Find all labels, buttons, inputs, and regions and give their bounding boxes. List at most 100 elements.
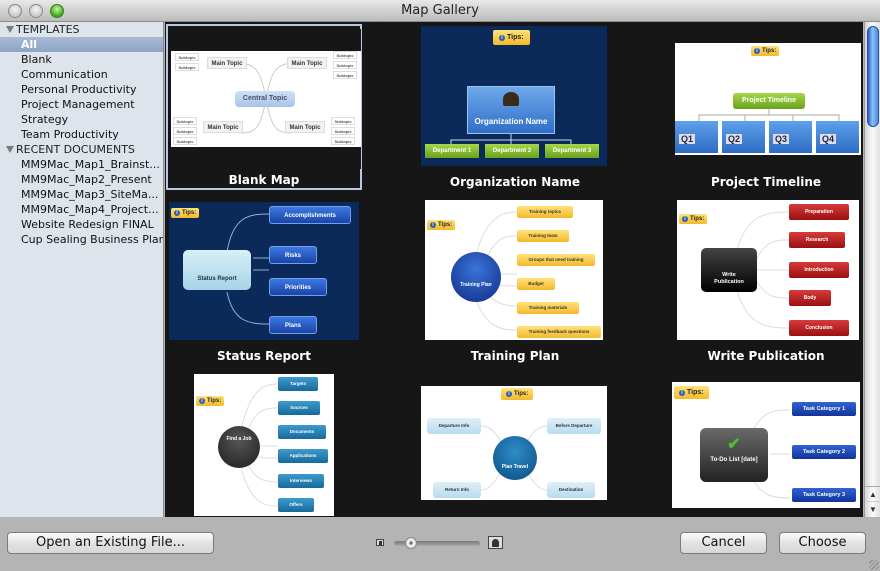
task-category-node: Task Category 2 (792, 445, 856, 459)
template-tile-organization-name[interactable]: Tips: Organization Name Department 1 Dep… (417, 24, 613, 190)
thumbnail-size-slider-knob[interactable] (405, 537, 418, 549)
department-node: Department 2 (485, 144, 539, 158)
recent-doc-item[interactable]: MM9Mac_Map1_Brainst... (0, 157, 163, 172)
central-topic-node: Find a Job (218, 426, 260, 468)
template-tile-status-report[interactable]: Tips: Status Report Accomplishments Risk… (166, 198, 362, 364)
section-header-recent-documents[interactable]: RECENT DOCUMENTS (0, 142, 163, 157)
large-thumbnail-icon[interactable] (488, 536, 503, 549)
recent-doc-item[interactable]: Website Redesign FINAL (0, 217, 163, 232)
template-thumbnail: Tips: Training Plan Training topics Trai… (425, 200, 603, 340)
scrollbar-thumb[interactable] (867, 26, 879, 127)
template-label: Training Plan (470, 349, 560, 363)
central-topic-node: ✔ To-Do List [date] (700, 428, 768, 482)
choose-button[interactable]: Choose (779, 532, 866, 554)
title-bar[interactable]: Map Gallery (0, 0, 880, 22)
sidebar: TEMPLATES All Blank Communication Person… (0, 22, 164, 517)
disclosure-triangle-icon[interactable] (6, 146, 14, 153)
quarter-node: Q2 (722, 121, 765, 153)
template-thumbnail: Tips: Organization Name Department 1 Dep… (421, 26, 607, 166)
central-topic-node: Write Publication (701, 248, 757, 292)
subtopic-node: Subtopic (175, 53, 199, 61)
sidebar-item-communication[interactable]: Communication (0, 67, 163, 82)
travel-child-node: Departure Info (427, 418, 481, 434)
status-child-node: Accomplishments (269, 206, 351, 224)
job-child-node: Targets (278, 377, 318, 391)
training-child-node: Groups that need training (517, 254, 595, 266)
template-thumbnail: Tips: Find a Job Targets Sources Documen… (194, 374, 334, 516)
template-label: Project Timeline (710, 175, 822, 189)
template-tile-project-timeline[interactable]: Tips: Project Timeline Q1 Q2 Q3 Q4 Proje… (668, 24, 863, 190)
subtopic-node: Subtopic (333, 51, 357, 59)
subtopic-node: Subtopic (173, 127, 197, 135)
publication-child-node: Research (789, 232, 845, 248)
recent-doc-item[interactable]: MM9Mac_Map4_Project... (0, 202, 163, 217)
recent-doc-item[interactable]: Cup Sealing Business Plan (0, 232, 163, 247)
department-node: Department 1 (425, 144, 479, 158)
subtopic-node: Subtopic (175, 63, 199, 71)
subtopic-node: Subtopic (331, 127, 355, 135)
central-topic-node: Status Report (183, 250, 251, 290)
template-thumbnail: Tips: Project Timeline Q1 Q2 Q3 Q4 (671, 27, 861, 167)
tips-node: Tips: (674, 386, 709, 399)
recent-doc-item[interactable]: MM9Mac_Map2_Present (0, 172, 163, 187)
template-tile-plan-travel[interactable]: Tips: Plan Travel Departure Info Before … (417, 372, 613, 517)
central-topic-node: Training Plan (451, 252, 501, 302)
task-category-node: Task Category 1 (792, 402, 856, 416)
job-child-node: Interviews (278, 474, 324, 488)
quarter-node: Q1 (675, 121, 718, 153)
status-child-node: Risks (269, 246, 317, 264)
template-tile-to-do-list[interactable]: Tips: ✔ To-Do List [date] Task Category … (668, 372, 863, 517)
tips-node: Tips: (679, 214, 708, 224)
status-child-node: Priorities (269, 278, 327, 296)
subtopic-node: Subtopic (333, 61, 357, 69)
checkmark-icon: ✔ (727, 436, 741, 453)
cancel-button[interactable]: Cancel (680, 532, 767, 554)
template-tile-blank-map[interactable]: Central Topic Main Topic Main Topic Main… (166, 24, 362, 190)
sidebar-item-blank[interactable]: Blank (0, 52, 163, 67)
small-thumbnail-icon[interactable] (376, 539, 384, 546)
sidebar-item-project-management[interactable]: Project Management (0, 97, 163, 112)
template-thumbnail: Tips: ✔ To-Do List [date] Task Category … (672, 382, 860, 508)
recent-doc-item[interactable]: MM9Mac_Map3_SiteMa... (0, 187, 163, 202)
publication-child-node: Body (789, 290, 831, 306)
status-child-node: Plans (269, 316, 317, 334)
main-topic-node: Main Topic (203, 121, 243, 133)
tips-node: Tips: (171, 208, 200, 218)
main-topic-node: Main Topic (285, 121, 325, 133)
subtopic-node: Subtopic (333, 71, 357, 79)
gallery-scrollbar[interactable]: ▲ ▼ (864, 22, 880, 517)
department-node: Department 3 (545, 144, 599, 158)
sidebar-item-personal-productivity[interactable]: Personal Productivity (0, 82, 163, 97)
main-topic-node: Main Topic (207, 57, 247, 69)
template-tile-training-plan[interactable]: Tips: Training Plan Training topics Trai… (417, 198, 613, 364)
training-child-node: Training team (517, 230, 569, 242)
template-label: Organization Name (449, 175, 581, 189)
template-label: Write Publication (707, 349, 825, 363)
travel-child-node: Before Departure (547, 418, 601, 434)
main-topic-node: Main Topic (287, 57, 327, 69)
travel-child-node: Return Info (433, 482, 481, 498)
publication-child-node: Preparation (789, 204, 849, 220)
scroll-down-arrow-icon[interactable]: ▼ (865, 501, 880, 516)
sidebar-item-all[interactable]: All (0, 37, 163, 52)
open-existing-file-button[interactable]: Open an Existing File... (7, 532, 214, 554)
template-tile-write-publication[interactable]: Tips: Write Publication Preparation Rese… (668, 198, 863, 364)
resize-grip-icon[interactable] (869, 560, 879, 570)
quarter-node: Q3 (769, 121, 812, 153)
template-label: Status Report (217, 349, 311, 363)
section-header-label: RECENT DOCUMENTS (16, 143, 135, 156)
training-child-node: Training topics (517, 206, 573, 218)
disclosure-triangle-icon[interactable] (6, 26, 14, 33)
section-header-templates[interactable]: TEMPLATES (0, 22, 163, 37)
template-thumbnail: Tips: Write Publication Preparation Rese… (677, 200, 859, 340)
subtopic-node: Subtopic (331, 137, 355, 145)
sidebar-item-strategy[interactable]: Strategy (0, 112, 163, 127)
sidebar-item-team-productivity[interactable]: Team Productivity (0, 127, 163, 142)
template-tile-find-a-job[interactable]: Tips: Find a Job Targets Sources Documen… (166, 372, 362, 517)
publication-child-node: Conclusion (789, 320, 849, 336)
training-child-node: Budget (517, 278, 555, 290)
scroll-up-arrow-icon[interactable]: ▲ (865, 486, 880, 501)
training-child-node: Training feedback questions (517, 326, 601, 338)
publication-child-node: Introduction (789, 262, 849, 278)
tips-node: Tips: (501, 388, 534, 400)
